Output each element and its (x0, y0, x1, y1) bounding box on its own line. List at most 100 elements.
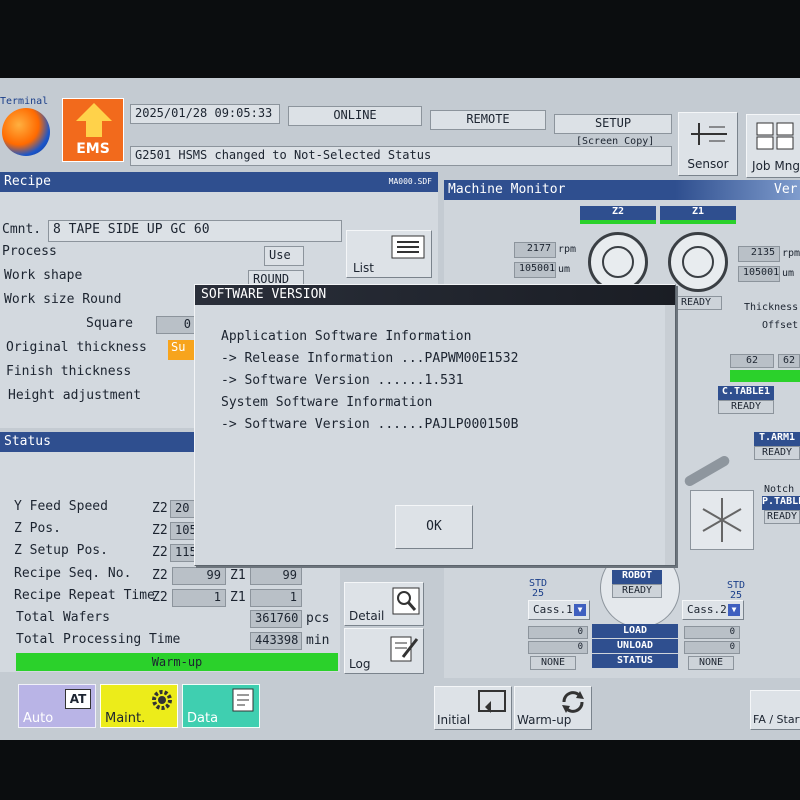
initial-return-icon (478, 690, 506, 713)
ems-button[interactable]: EMS (62, 98, 124, 162)
detail-label: Detail (349, 609, 385, 623)
recipe-repeat-z2-label: Z2 (152, 590, 168, 605)
robot-tag: ROBOT (612, 570, 662, 584)
status-tag: STATUS (592, 654, 678, 668)
z1-spindle-tag: Z1 (660, 206, 736, 220)
recipe-header: Recipe MA000.SDF (0, 172, 438, 192)
cass1-none-status: NONE (530, 656, 576, 670)
maint-button[interactable]: Maint. (100, 684, 178, 728)
fa-start-button[interactable]: FA / Start (750, 690, 800, 730)
terminal-label: Terminal (0, 96, 49, 107)
z1-ready-status: READY (670, 296, 722, 310)
list-button[interactable]: List (346, 230, 432, 278)
list-label: List (353, 261, 374, 275)
offset-label: Offset (762, 320, 799, 331)
job-mng-label: Job Mng (752, 159, 800, 173)
status-header: Status (0, 432, 200, 452)
ctable1-tag: C.TABLE1 (718, 386, 774, 400)
gauge-level-bar (730, 370, 800, 382)
dialog-line-3: -> Software Version ......1.531 (221, 373, 464, 388)
z2-rpm-unit: rpm (558, 244, 577, 255)
height-adjustment-label: Height adjustment (8, 388, 142, 403)
initial-label: Initial (437, 713, 471, 727)
y-feed-z2-value: 20 (170, 500, 196, 518)
total-wafers-value: 361760 (250, 610, 302, 628)
z1-rpm-value: 2135 (738, 246, 780, 262)
warmup-button[interactable]: Warm-up (514, 686, 592, 730)
cass1-button[interactable]: Cass.1 ▼ (528, 600, 590, 620)
z2-spindle-indicator (580, 220, 656, 224)
comment-field[interactable]: 8 TAPE SIDE UP GC 60 (48, 220, 342, 242)
z-setup-z2-label: Z2 (152, 545, 168, 560)
data-button[interactable]: Data (182, 684, 260, 728)
process-value[interactable]: Use (264, 246, 304, 266)
ptable-tag: P.TABLE (762, 496, 800, 510)
load-tag: LOAD (592, 624, 678, 638)
work-shape-label: Work shape (4, 268, 83, 283)
dialog-line-5: -> Software Version ......PAJLP000150B (221, 417, 519, 432)
setup-status[interactable]: SETUP (554, 114, 672, 134)
cass2-label: Cass.2 (687, 603, 727, 616)
gauge-b-value: 62 (778, 354, 800, 368)
monitor-ver: Ver. (774, 182, 800, 197)
original-thickness-label: Original thickness (6, 340, 147, 355)
z2-spindle-hub (602, 246, 634, 278)
sensor-button[interactable]: Sensor (678, 112, 738, 176)
dialog-title-bar: SOFTWARE VERSION (195, 285, 675, 305)
z1-spindle-indicator (660, 220, 736, 224)
z1-um-unit: um (782, 268, 795, 279)
datetime-display: 2025/01/28 09:05:33 (130, 104, 280, 124)
cass2-button[interactable]: Cass.2 ▼ (682, 600, 744, 620)
job-manager-icon (756, 122, 794, 150)
y-feed-z2-label: Z2 (152, 501, 168, 516)
message-line: G2501 HSMS changed to Not-Selected Statu… (130, 146, 672, 166)
z2-spindle-tag: Z2 (580, 206, 656, 220)
warmup-label: Warm-up (517, 713, 572, 727)
log-edit-icon (390, 636, 419, 662)
warmup-status-bar: Warm-up (16, 653, 338, 671)
data-label: Data (187, 711, 219, 726)
z-pos-z2-label: Z2 (152, 523, 168, 538)
recipe-seq-label: Recipe Seq. No. (14, 566, 132, 581)
gear-icon (152, 690, 172, 710)
auto-button[interactable]: Auto AT (18, 684, 96, 728)
maint-label: Maint. (105, 711, 146, 726)
auto-label: Auto (23, 711, 54, 726)
terminal-icon-button[interactable]: Terminal (0, 92, 54, 162)
y-feed-label: Y Feed Speed (14, 499, 108, 514)
hmi-screen: Terminal EMS 2025/01/28 09:05:33 ONLINE … (0, 78, 800, 740)
online-status[interactable]: ONLINE (288, 106, 422, 126)
total-wafers-label: Total Wafers (16, 610, 110, 625)
ok-button[interactable]: OK (395, 505, 473, 549)
z2-um-unit: um (558, 264, 571, 275)
terminal-icon (2, 108, 50, 156)
square-label: Square (86, 316, 133, 331)
recipe-repeat-z1-value: 1 (250, 589, 302, 607)
job-mng-button[interactable]: Job Mng (746, 114, 800, 178)
sensor-icon (691, 123, 727, 145)
recipe-seq-z1-value: 99 (250, 567, 302, 585)
at-badge-icon: AT (65, 689, 91, 709)
z2-rpm-value: 2177 (514, 242, 556, 258)
total-wafers-unit: pcs (306, 611, 330, 626)
z2-um-value: 105001 (514, 262, 556, 278)
prealign-table (690, 490, 754, 550)
initial-button[interactable]: Initial (434, 686, 512, 730)
log-button[interactable]: Log (344, 628, 424, 674)
process-label: Process (2, 244, 57, 259)
detail-button[interactable]: Detail (344, 582, 424, 626)
dialog-title: SOFTWARE VERSION (201, 287, 327, 302)
magnifier-icon (392, 587, 420, 615)
z-pos-z2-value: 105 (170, 522, 196, 540)
cycle-icon (562, 691, 584, 713)
sensor-label: Sensor (687, 157, 729, 171)
remote-status[interactable]: REMOTE (430, 110, 546, 130)
z1-um-value: 105001 (738, 266, 780, 282)
recipe-title: Recipe (4, 174, 51, 189)
recipe-seq-z2-label: Z2 (152, 568, 168, 583)
cass1-dropdown-icon: ▼ (574, 604, 586, 616)
z-setup-label: Z Setup Pos. (14, 543, 108, 558)
total-time-value: 443398 (250, 632, 302, 650)
robot-ready-status: READY (612, 584, 662, 598)
original-thickness-value[interactable]: Su (168, 340, 196, 360)
